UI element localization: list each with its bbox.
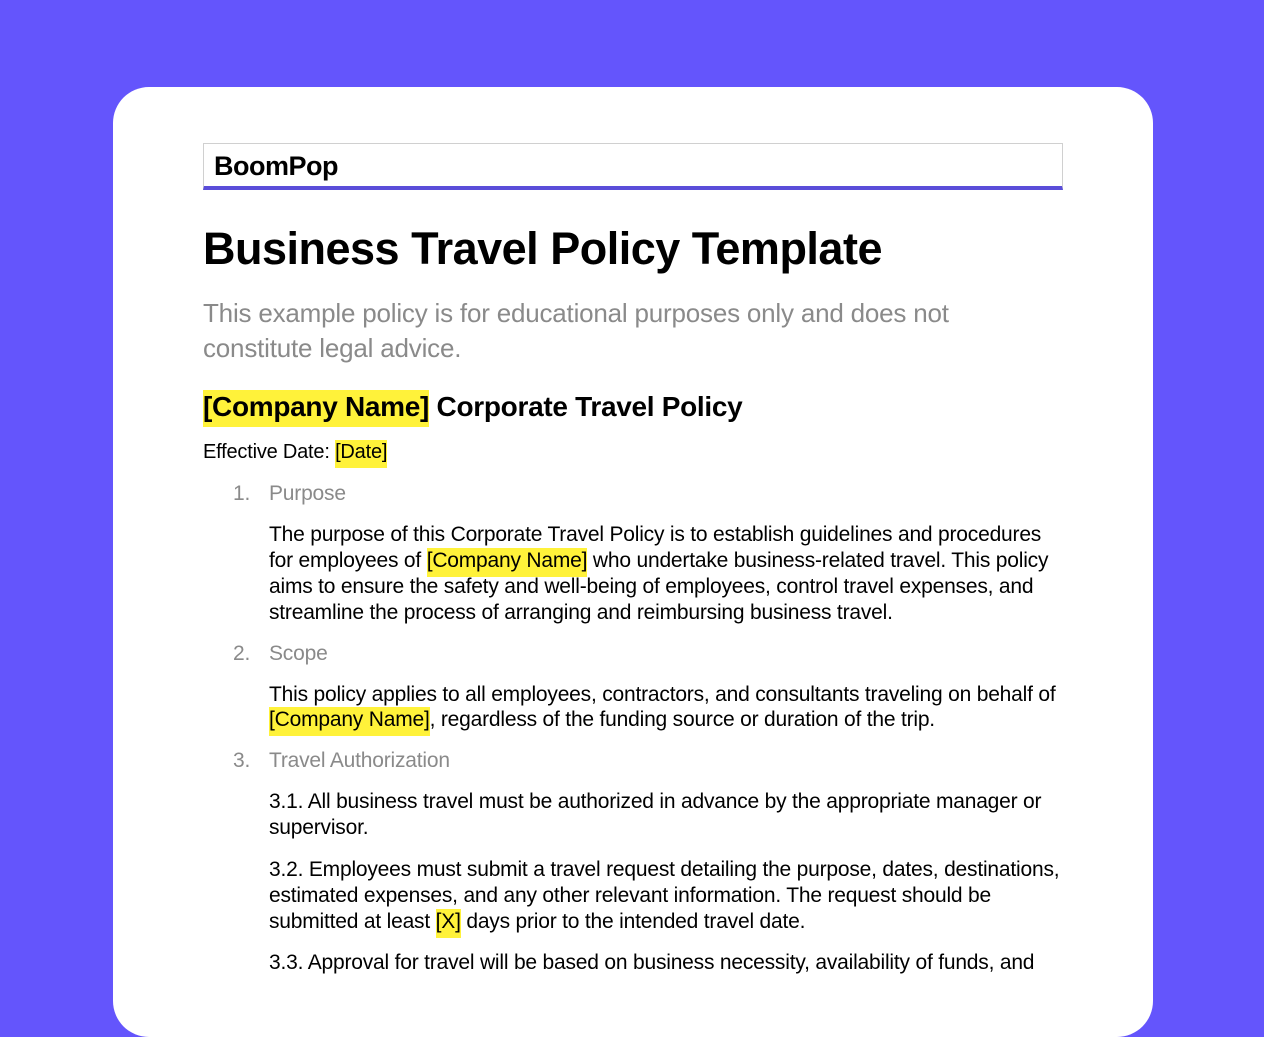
company-name-placeholder-inline: [Company Name] — [427, 548, 588, 577]
section-purpose: Purpose The purpose of this Corporate Tr… — [269, 482, 1063, 625]
effective-date-label: Effective Date: — [203, 441, 335, 463]
document-title: Business Travel Policy Template — [203, 224, 1063, 274]
section-purpose-body: The purpose of this Corporate Travel Pol… — [269, 522, 1063, 625]
document-card: BoomPop Business Travel Policy Template … — [113, 87, 1153, 1037]
effective-date-line: Effective Date: [Date] — [203, 441, 1063, 464]
company-policy-heading: [Company Name] Corporate Travel Policy — [203, 391, 1063, 423]
effective-date-placeholder: [Date] — [335, 440, 387, 468]
company-name-placeholder-inline: [Company Name] — [269, 707, 430, 736]
section-scope-title: Scope — [269, 642, 1063, 666]
header-bar: BoomPop — [203, 143, 1063, 190]
section-scope: Scope This policy applies to all employe… — [269, 642, 1063, 734]
brand-logo-text: BoomPop — [214, 151, 1052, 182]
company-heading-suffix: Corporate Travel Policy — [429, 391, 742, 422]
main-numbered-list: Purpose The purpose of this Corporate Tr… — [203, 482, 1063, 976]
section-travel-authorization: Travel Authorization 3.1. All business t… — [269, 749, 1063, 976]
section-travel-auth-title: Travel Authorization — [269, 749, 1063, 773]
disclaimer-text: This example policy is for educational p… — [203, 296, 1063, 368]
days-placeholder: [X] — [436, 909, 461, 938]
section-travel-auth-3-3: 3.3. Approval for travel will be based o… — [269, 950, 1063, 976]
section-travel-auth-3-2: 3.2. Employees must submit a travel requ… — [269, 857, 1063, 934]
company-name-placeholder: [Company Name] — [203, 390, 429, 427]
section-purpose-title: Purpose — [269, 482, 1063, 506]
section-travel-auth-3-1: 3.1. All business travel must be authori… — [269, 789, 1063, 841]
section-scope-body: This policy applies to all employees, co… — [269, 682, 1063, 734]
